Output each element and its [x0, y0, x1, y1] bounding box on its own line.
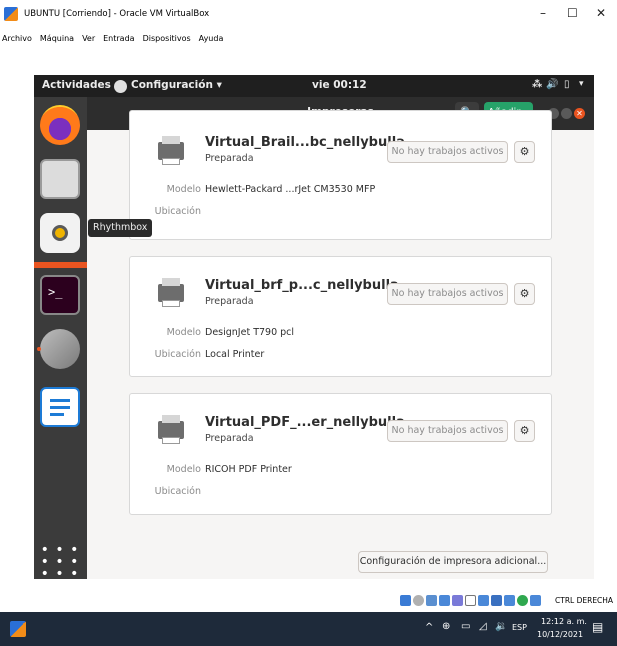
- virtualbox-taskbar-icon[interactable]: [10, 621, 26, 637]
- gnome-topbar: Actividades Configuración ▾ vie 00:12 ⁂ …: [34, 75, 594, 97]
- jobs-button[interactable]: No hay trabajos activos: [387, 283, 508, 305]
- location-value: Local Printer: [205, 349, 265, 360]
- taskbar-time[interactable]: 12:12 a. m.: [541, 617, 587, 626]
- terminal-icon[interactable]: >_: [40, 275, 80, 315]
- usb-icon[interactable]: [452, 595, 463, 606]
- language-indicator[interactable]: ESP: [512, 623, 527, 632]
- vbox-device-icons: [400, 595, 541, 606]
- model-value: RICOH PDF Printer: [205, 464, 292, 475]
- location-label: Ubicación: [154, 349, 201, 360]
- window-close-button[interactable]: ✕: [574, 108, 585, 119]
- gear-icon: ⚙: [519, 145, 530, 158]
- audio-icon[interactable]: [426, 595, 437, 606]
- printer-name: Virtual_brf_p...c_nellybulla: [205, 278, 399, 293]
- dock: >_ • • • • • • • • •: [34, 97, 87, 579]
- dock-active-indicator: [34, 262, 87, 268]
- window-maximize-button[interactable]: [561, 108, 572, 119]
- virtualbox-icon: [4, 7, 18, 21]
- shared-folder-icon[interactable]: [465, 595, 476, 606]
- network-icon[interactable]: ⁂: [532, 79, 542, 90]
- optical-icon[interactable]: [413, 595, 424, 606]
- windows-taskbar: ^ ⊕ ▭ ◿ 🔉 ESP 12:12 a. m. 10/12/2021 ▤: [0, 612, 617, 646]
- menu-maquina[interactable]: Máquina: [40, 34, 74, 43]
- location-label: Ubicación: [154, 206, 201, 217]
- battery-icon[interactable]: ▯: [564, 79, 570, 90]
- printer-icon: [158, 415, 184, 445]
- jobs-button[interactable]: No hay trabajos activos: [387, 141, 508, 163]
- menu-archivo[interactable]: Archivo: [2, 34, 32, 43]
- printer-settings-button[interactable]: ⚙: [514, 283, 535, 305]
- tray-wifi-icon[interactable]: ◿: [479, 621, 487, 632]
- app-menu[interactable]: Configuración ▾: [131, 79, 222, 91]
- model-label: Modelo: [166, 464, 201, 475]
- printer-card: Virtual_Brail...bc_nellybulla Preparada …: [129, 110, 552, 240]
- activities-button[interactable]: Actividades: [42, 79, 111, 91]
- vbox-window-title: UBUNTU [Corriendo] - Oracle VM VirtualBo…: [24, 9, 210, 19]
- firefox-icon[interactable]: [40, 105, 80, 145]
- printer-card: Virtual_PDF_...er_nellybulla Preparada N…: [129, 393, 552, 515]
- taskbar-date[interactable]: 10/12/2021: [537, 630, 583, 639]
- printer-name: Virtual_PDF_...er_nellybulla: [205, 415, 405, 430]
- model-label: Modelo: [166, 327, 201, 338]
- printer-settings-button[interactable]: ⚙: [514, 141, 535, 163]
- location-label: Ubicación: [154, 486, 201, 497]
- tray-chevron-icon[interactable]: ^: [425, 622, 433, 633]
- printer-card: Virtual_brf_p...c_nellybulla Preparada N…: [129, 256, 552, 377]
- cpu-icon[interactable]: [504, 595, 515, 606]
- menu-ayuda[interactable]: Ayuda: [199, 34, 224, 43]
- guest-additions-icon[interactable]: [517, 595, 528, 606]
- network-adapter-icon[interactable]: [439, 595, 450, 606]
- printer-settings-button[interactable]: ⚙: [514, 420, 535, 442]
- menu-entrada[interactable]: Entrada: [103, 34, 134, 43]
- menu-dispositivos[interactable]: Dispositivos: [143, 34, 191, 43]
- dock-tooltip: Rhythmbox: [88, 219, 153, 237]
- printer-state: Preparada: [205, 153, 254, 164]
- recording-icon[interactable]: [491, 595, 502, 606]
- model-value: DesignJet T790 pcl: [205, 327, 295, 338]
- vm-screen: Actividades Configuración ▾ vie 00:12 ⁂ …: [34, 75, 594, 579]
- printer-icon: [158, 278, 184, 308]
- model-value: Hewlett-Packard ...rJet CM3530 MFP: [205, 184, 376, 195]
- gear-icon: ⚙: [519, 424, 530, 437]
- notifications-icon[interactable]: ▤: [592, 620, 603, 634]
- printers-list: Virtual_Brail...bc_nellybulla Preparada …: [87, 110, 594, 579]
- system-menu-arrow-icon[interactable]: ▾: [579, 79, 584, 89]
- minimize-button[interactable]: –: [540, 6, 546, 20]
- tray-battery-icon[interactable]: ▭: [461, 621, 470, 632]
- maximize-button[interactable]: ☐: [567, 6, 578, 20]
- printer-icon: [158, 136, 184, 166]
- additional-printer-settings-button[interactable]: Configuración de impresora adicional...: [358, 551, 548, 573]
- vbox-statusbar: CTRL DERECHA: [0, 590, 617, 612]
- settings-app-icon: [114, 80, 127, 93]
- tray-network-icon[interactable]: ⊕: [442, 621, 450, 632]
- tray-volume-icon[interactable]: 🔉: [495, 621, 507, 632]
- settings-icon[interactable]: [40, 329, 80, 369]
- gear-icon: ⚙: [519, 287, 530, 300]
- printer-state: Preparada: [205, 433, 254, 444]
- volume-icon[interactable]: 🔊: [546, 79, 558, 90]
- running-indicator: [37, 347, 41, 351]
- printer-state: Preparada: [205, 296, 254, 307]
- rhythmbox-icon[interactable]: [40, 213, 80, 253]
- menu-ver[interactable]: Ver: [82, 34, 95, 43]
- model-label: Modelo: [166, 184, 201, 195]
- vbox-menubar: Archivo Máquina Ver Entrada Dispositivos…: [0, 28, 617, 48]
- close-button[interactable]: ✕: [596, 6, 606, 20]
- hdd-icon[interactable]: [400, 595, 411, 606]
- jobs-button[interactable]: No hay trabajos activos: [387, 420, 508, 442]
- printer-name: Virtual_Brail...bc_nellybulla: [205, 135, 405, 150]
- host-key-label: CTRL DERECHA: [555, 596, 614, 605]
- mouse-integration-icon[interactable]: [530, 595, 541, 606]
- writer-icon[interactable]: [40, 387, 80, 427]
- show-apps-icon[interactable]: • • • • • • • • •: [40, 537, 80, 579]
- files-icon[interactable]: [40, 159, 80, 199]
- vbox-titlebar: UBUNTU [Corriendo] - Oracle VM VirtualBo…: [0, 0, 617, 28]
- clock[interactable]: vie 00:12: [312, 79, 367, 91]
- display-icon[interactable]: [478, 595, 489, 606]
